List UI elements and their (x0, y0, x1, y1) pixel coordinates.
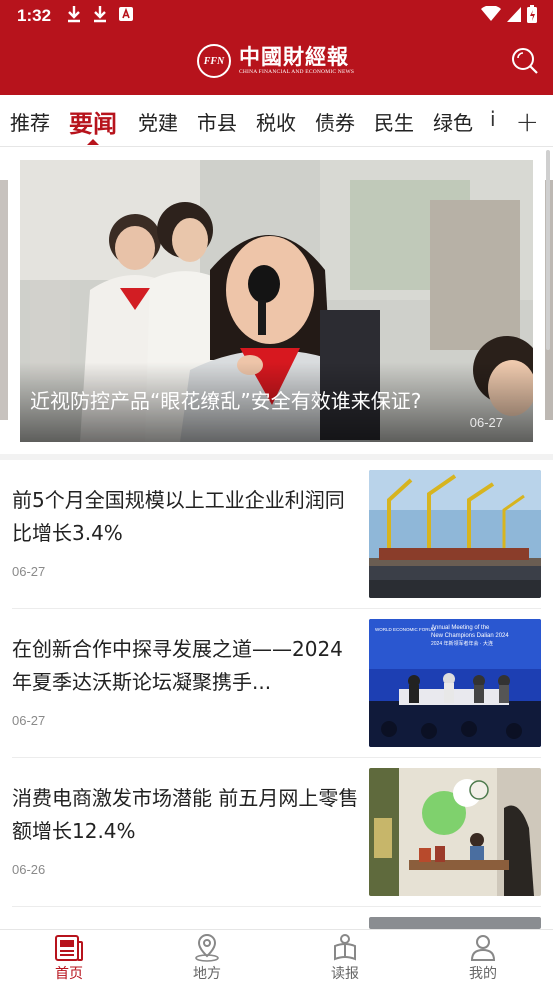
news-thumbnail-livestream (369, 768, 541, 896)
previous-slide-peek (0, 180, 8, 420)
logo-chinese-name: 中國財經報 (239, 44, 349, 70)
reader-icon (334, 934, 356, 961)
download-icon (94, 6, 106, 23)
news-date: 06-26 (12, 862, 46, 877)
news-title: 在创新合作中探寻发展之道——2024年夏季达沃斯论坛凝聚携手... (12, 637, 343, 694)
tab-headlines[interactable]: 要闻 (69, 104, 117, 139)
news-date: 06-27 (12, 713, 46, 728)
person-icon (470, 935, 496, 961)
tab-cities-counties[interactable]: 市县 (197, 107, 237, 136)
tab-recommend[interactable]: 推荐 (10, 107, 50, 136)
scrollbar[interactable] (546, 150, 550, 350)
nav-reader-label: 读报 (331, 966, 359, 982)
news-icon (55, 935, 83, 961)
nav-local-label: 地方 (193, 966, 221, 982)
news-thumbnail-port (369, 470, 541, 598)
news-item-partial[interactable] (0, 907, 553, 929)
logo-seal: FFN (197, 44, 231, 78)
status-bar: 1:32 (0, 0, 553, 32)
nav-reader[interactable]: 读报 (315, 932, 375, 984)
featured-carousel[interactable]: 近视防控产品“眼花缭乱”安全有效谁来保证? 06-27 (0, 148, 553, 454)
search-icon[interactable] (511, 47, 539, 75)
news-thumbnail-partial (369, 917, 541, 929)
add-channel-button[interactable]: + (516, 105, 539, 138)
location-icon (195, 933, 219, 962)
nav-local[interactable]: 地方 (177, 932, 237, 984)
active-tab-indicator (87, 139, 99, 145)
news-thumbnail-forum: WORLD ECONOMIC FORUM Annual Meeting of t… (369, 619, 541, 747)
news-date: 06-27 (12, 564, 46, 579)
logo-seal-text: FFN (203, 55, 225, 67)
download-icon (68, 6, 80, 23)
tab-bonds[interactable]: 债券 (315, 107, 355, 136)
news-item[interactable]: 前5个月全国规模以上工业企业利润同比增长3.4% 06-27 (0, 460, 553, 609)
nav-home[interactable]: 首页 (39, 932, 99, 984)
bottom-navigation: 首页 地方 读报 我的 (0, 929, 553, 984)
nav-profile[interactable]: 我的 (453, 932, 513, 984)
battery-icon (527, 5, 537, 23)
signal-icon (507, 7, 521, 22)
forum-banner-line2: New Champions Dalian 2024 (431, 633, 509, 639)
tab-livelihood[interactable]: 民生 (374, 107, 414, 136)
tab-overflow[interactable]: i (490, 107, 496, 131)
tab-green[interactable]: 绿色 (433, 107, 473, 136)
status-notifications (66, 5, 134, 23)
slide-title: 近视防控产品“眼花缭乱”安全有效谁来保证? (30, 389, 422, 413)
tab-taxation[interactable]: 税收 (256, 107, 296, 136)
forum-banner-line3: 2024 年新领军者年会 · 大连 (431, 640, 493, 647)
app-logo: FFN 中國財經報 CHINA FINANCIAL AND ECONOMIC N… (197, 43, 354, 79)
news-item[interactable]: 消费电商激发市场潜能 前五月网上零售额增长12.4% 06-26 (0, 758, 553, 907)
forum-banner-line1: Annual Meeting of the (431, 625, 490, 631)
featured-slide[interactable]: 近视防控产品“眼花缭乱”安全有效谁来保证? 06-27 (20, 160, 533, 442)
logo-wordmark: 中國財經報 CHINA FINANCIAL AND ECONOMIC NEWS (239, 46, 354, 76)
nav-profile-label: 我的 (469, 966, 497, 982)
forum-banner-wef: WORLD ECONOMIC FORUM (375, 627, 436, 632)
news-title: 前5个月全国规模以上工业企业利润同比增长3.4% (12, 488, 345, 545)
status-system (481, 5, 537, 23)
logo-english-name: CHINA FINANCIAL AND ECONOMIC NEWS (239, 69, 355, 76)
nav-home-label: 首页 (55, 966, 83, 982)
news-item[interactable]: 在创新合作中探寻发展之道——2024年夏季达沃斯论坛凝聚携手... 06-27 … (0, 609, 553, 758)
tab-party-building[interactable]: 党建 (138, 107, 178, 136)
channel-tabs: 推荐 要闻 党建 市县 税收 债券 民生 绿色 i + (0, 95, 553, 147)
wifi-icon (481, 6, 501, 21)
slide-date: 06-27 (469, 415, 503, 430)
news-title: 消费电商激发市场潜能 前五月网上零售额增长12.4% (12, 786, 359, 843)
font-icon (119, 7, 133, 21)
status-time: 1:32 (17, 6, 52, 25)
app-header: 1:32 FFN 中國財經報 CHINA FINANCIAL AND ECONO… (0, 0, 553, 95)
